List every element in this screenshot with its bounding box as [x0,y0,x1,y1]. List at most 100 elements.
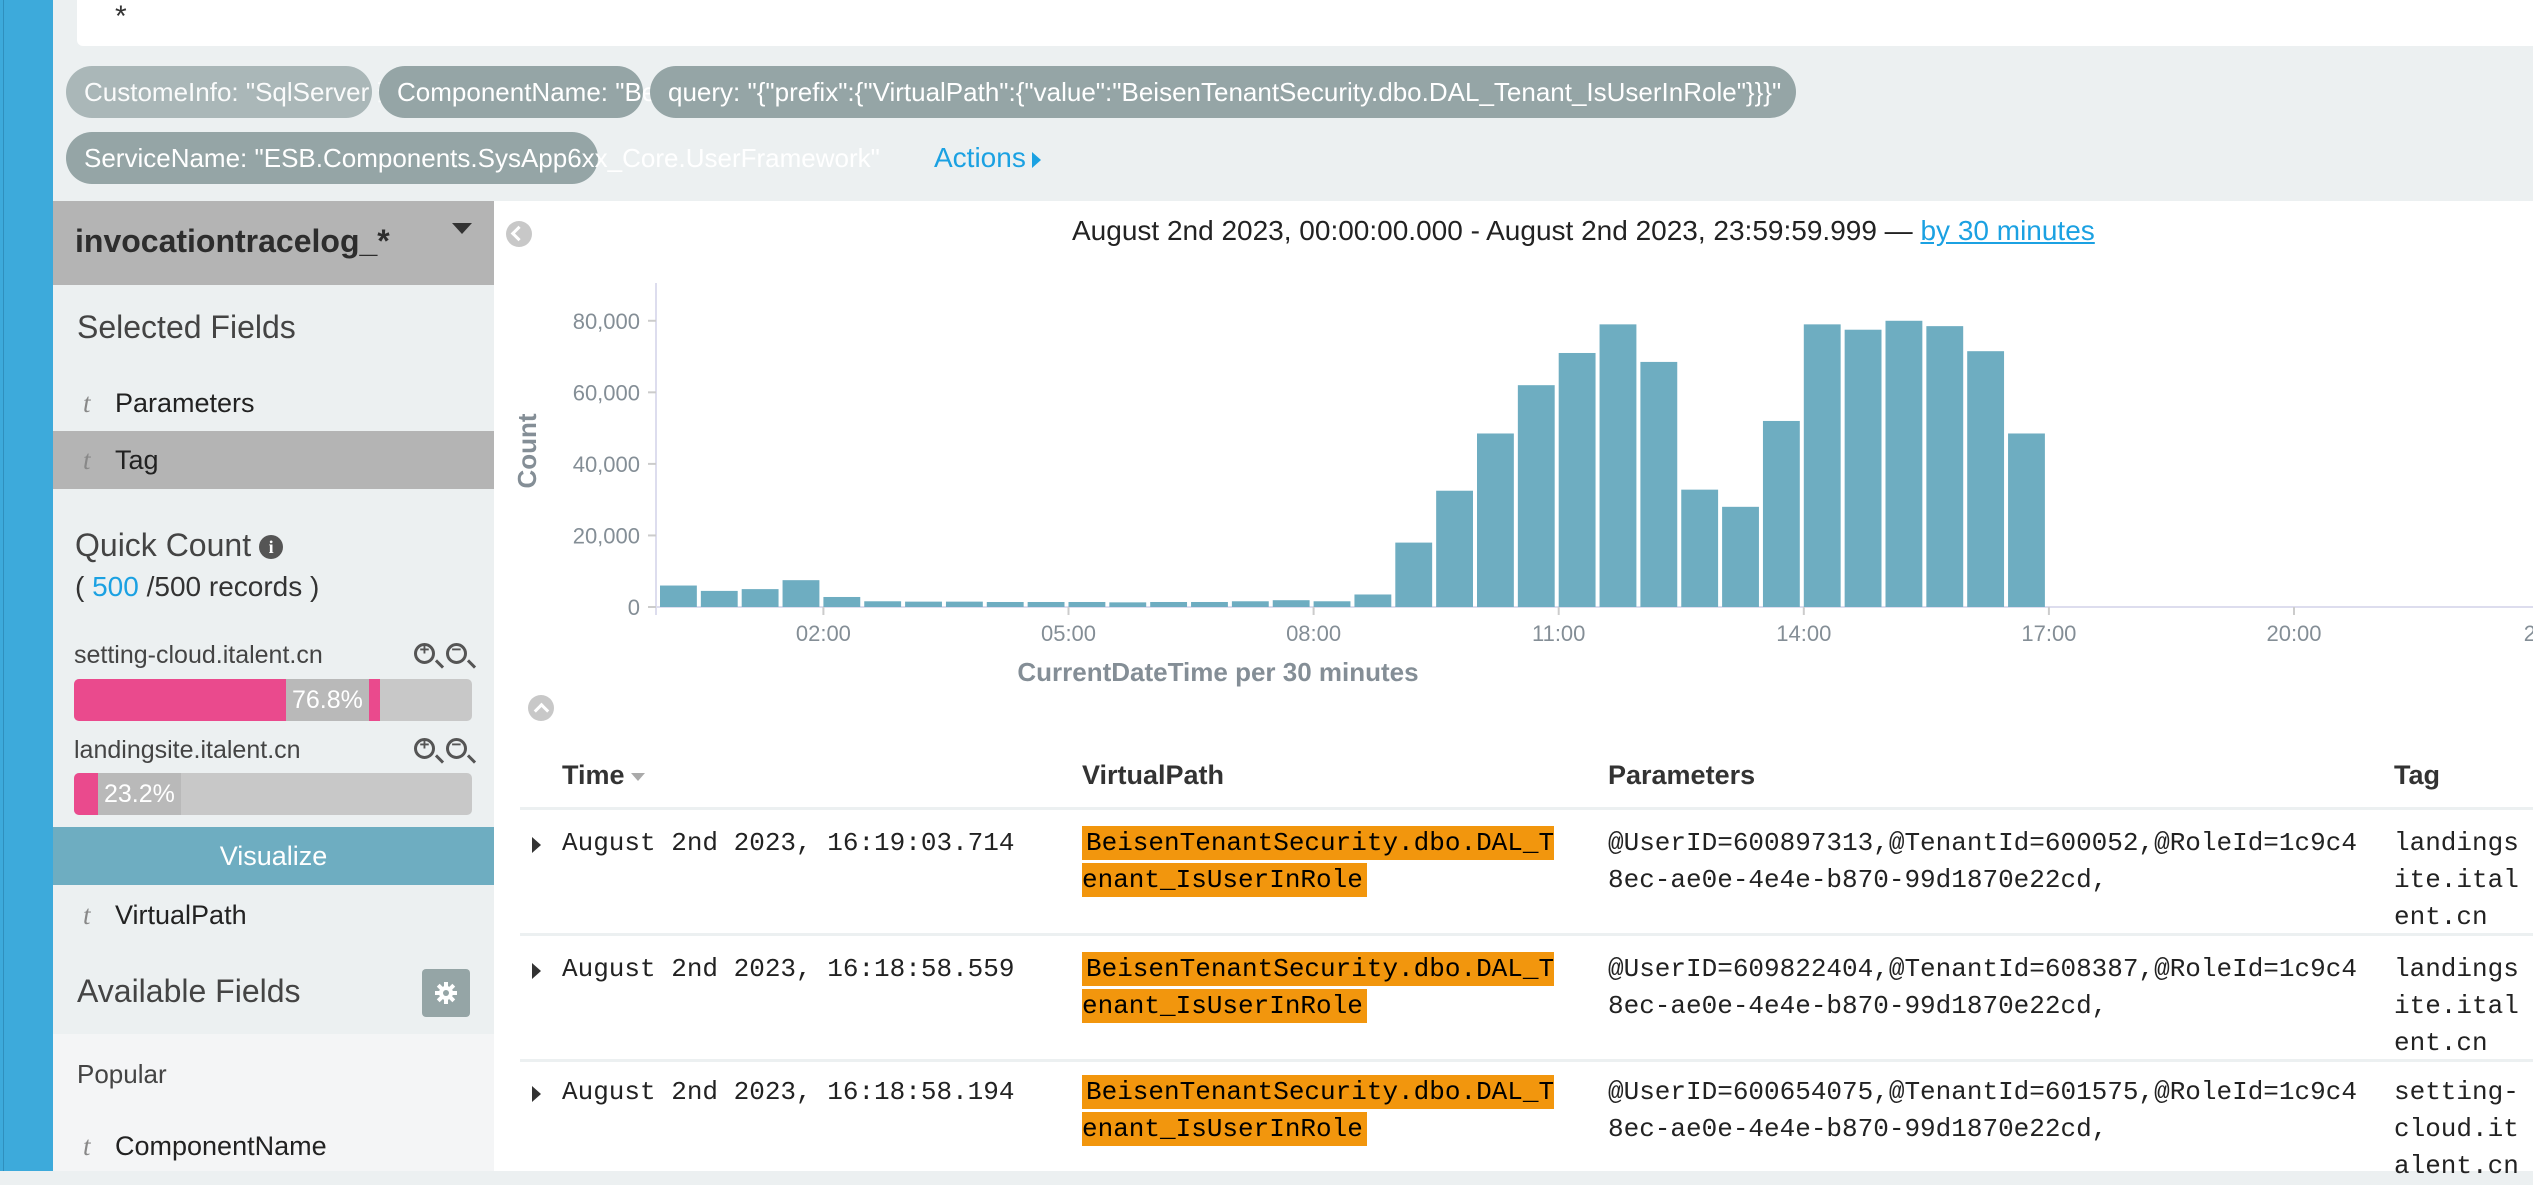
field-item-parameters[interactable]: t Parameters [53,374,494,432]
filter-pill-servicename[interactable]: ServiceName: "ESB.Components.SysApp6xx_C… [66,132,880,184]
histogram-bar [782,580,820,607]
record-total: /500 records [146,571,303,602]
gear-icon [435,982,457,1004]
histogram-bar [864,601,902,607]
filter-pill-query[interactable]: query: "{"prefix":{"VirtualPath":{"value… [650,66,1796,118]
quick-count-title: Quick Count [75,527,252,563]
zoom-out-icon[interactable] [446,735,467,759]
collapse-chart-icon[interactable] [528,695,554,721]
cell-time: August 2nd 2023, 16:19:03.714 [562,828,1015,858]
histogram-bar [1109,602,1147,607]
info-icon[interactable]: i [259,535,284,559]
filter-label: ServiceName: "ESB.Components.SysApp6xx_C… [84,143,880,173]
cell-parameters: @UserID=609822404,@TenantId=608387,@Role… [1608,954,2357,1021]
string-type-icon: t [83,388,91,418]
table-row[interactable]: August 2nd 2023, 16:18:58.559 BeisenTena… [520,936,2533,1062]
index-pattern-selector[interactable]: invocationtracelog_* [53,201,494,285]
x-tick-label: 17:00 [2021,621,2076,646]
sort-desc-icon[interactable] [630,772,645,781]
cell-tag: landingsite.italent.cn [2394,828,2519,925]
y-axis-title: Count [512,413,542,488]
term-label-setting-cloud: setting-cloud.italent.cn [74,641,323,669]
zoom-in-icon[interactable] [414,640,435,664]
cell-time: August 2nd 2023, 16:18:58.559 [562,954,1015,984]
cell-parameters: @UserID=600897313,@TenantId=600052,@Role… [1608,828,2357,895]
histogram-bar [2008,433,2045,607]
column-label: Time [562,760,625,790]
histogram-bar [1150,601,1188,607]
cell-tag: landingsite.italent.cn [2394,954,2519,1051]
histogram-bar [1477,433,1514,607]
y-tick-label: 20,000 [573,523,640,548]
zoom-out-icon[interactable] [446,640,467,664]
cell-virtualpath: BeisenTenantSecurity.dbo.DAL_Tenant_IsUs… [1082,951,1567,1025]
histogram-bar [945,601,983,607]
highlighted-match: BeisenTenantSecurity.dbo.DAL_Tenant_IsUs… [1082,826,1555,897]
x-tick-label: 14:00 [1776,621,1831,646]
column-header-tag[interactable]: Tag [2394,743,2440,807]
record-count-link[interactable]: 500 [92,571,139,602]
zoom-in-icon[interactable] [414,735,435,759]
paren-close: ) [310,571,320,602]
popular-heading: Popular [77,1059,167,1089]
column-header-virtualpath[interactable]: VirtualPath [1082,743,1224,807]
histogram-bar [1436,490,1473,607]
strip-divider [3,0,4,1171]
histogram-bar [1517,385,1555,607]
table-row[interactable]: August 2nd 2023, 16:19:03.714 BeisenTena… [520,810,2533,936]
histogram-bar [1354,594,1392,607]
histogram-bar [823,596,861,607]
field-sidebar: invocationtracelog_* Selected Fields t Pa… [53,201,494,1171]
actions-menu[interactable]: Actions [934,137,1041,179]
y-tick-label: 60,000 [573,380,640,405]
column-label: Parameters [1608,760,1756,790]
term-label-landingsite: landingsite.italent.cn [74,736,301,764]
field-name: VirtualPath [115,900,247,930]
histogram-bar [986,601,1024,607]
filter-bar: CustomeInfo: "SqlServer 查询到数据！" Componen… [53,46,2533,201]
search-input[interactable]: * [77,0,2533,46]
table-row[interactable]: August 2nd 2023, 16:18:58.194 BeisenTena… [520,1059,2533,1185]
results-panel: August 2nd 2023, 00:00:00.000 - August 2… [494,201,2533,1185]
chevron-down-icon[interactable] [452,223,472,234]
histogram-bar [1926,326,1964,607]
histogram-bar [1068,601,1106,607]
field-name: Tag [115,445,159,475]
paren-open: ( [75,571,85,602]
x-tick-label: 02:00 [796,621,851,646]
index-pattern-title: invocationtracelog_* [75,223,390,259]
field-settings-button[interactable] [422,969,470,1017]
column-header-time[interactable]: Time [562,743,645,807]
term-bar-landingsite: 23.2% [74,773,472,815]
histogram-bar [1640,361,1678,607]
histogram-bar [1803,324,1841,607]
histogram-bar [1885,320,1923,607]
column-label: VirtualPath [1082,760,1225,790]
column-header-parameters[interactable]: Parameters [1608,743,1755,807]
available-fields-heading: Available Fields [77,973,301,1009]
field-item-tag[interactable]: t Tag [53,431,494,489]
cell-tag: setting-cloud.italent.cn [2394,1077,2519,1174]
field-item-componentname[interactable]: t ComponentName [53,1117,494,1175]
expand-row-icon[interactable] [532,963,541,979]
highlighted-match: BeisenTenantSecurity.dbo.DAL_Tenant_IsUs… [1082,952,1555,1023]
histogram-bar [1272,600,1310,607]
string-type-icon: t [83,1131,91,1161]
filter-pill-componentname[interactable]: ComponentName: "Beisen.Data" [379,66,775,118]
histogram-bar [660,585,697,607]
y-tick-label: 80,000 [573,309,640,334]
query-value[interactable]: * [115,0,127,34]
expand-row-icon[interactable] [532,837,541,853]
histogram-bar [1722,506,1759,607]
actions-label: Actions [934,142,1026,173]
selected-fields-heading: Selected Fields [77,309,296,345]
histogram-bar [905,601,942,607]
field-item-virtualpath[interactable]: t VirtualPath [53,886,494,944]
filter-pill-customeinfo[interactable]: CustomeInfo: "SqlServer 查询到数据！" [66,66,542,118]
visualize-button[interactable]: Visualize [53,827,494,885]
expand-row-icon[interactable] [532,1086,541,1102]
x-tick-label: 11:00 [1532,621,1585,646]
x-tick-label: 23: [2524,621,2533,646]
filter-label: query: "{"prefix":{"VirtualPath":{"value… [668,77,1782,107]
histogram-bar [1599,324,1637,607]
